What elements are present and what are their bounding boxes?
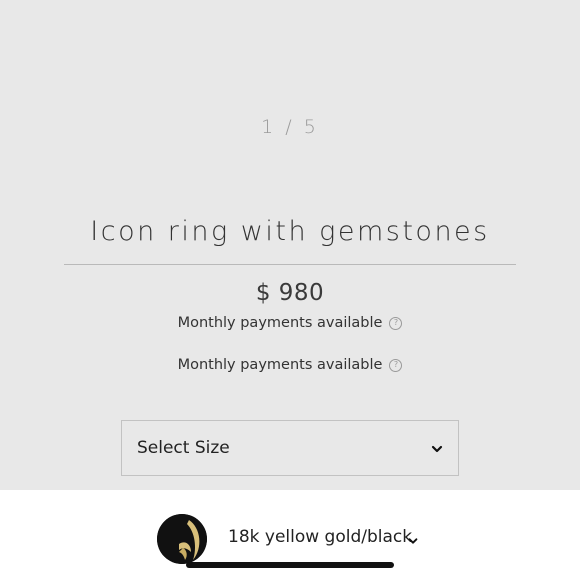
variant-label[interactable]: 18k yellow gold/black: [228, 527, 412, 547]
variant-bar: 18k yellow gold/black: [0, 490, 580, 580]
monthly-payments-info: Monthly payments available ?: [0, 357, 580, 373]
help-icon[interactable]: ?: [389, 358, 403, 372]
product-detail: 1 / 5 Icon ring with gemstones $ 980 Mon…: [0, 0, 580, 490]
size-select[interactable]: Select Size: [121, 420, 459, 476]
size-select-value: Select Size: [137, 438, 230, 458]
chevron-down-icon[interactable]: [407, 532, 419, 551]
monthly-payments-label: Monthly payments available: [177, 357, 383, 373]
variant-swatch[interactable]: [157, 514, 207, 564]
image-pager: 1 / 5: [261, 116, 319, 138]
monthly-payments-label: Monthly payments available: [177, 315, 383, 331]
help-icon[interactable]: ?: [389, 316, 403, 330]
product-price: $ 980: [255, 280, 325, 306]
home-indicator: [186, 562, 394, 568]
title-divider: [64, 264, 516, 265]
monthly-payments-info: Monthly payments available ?: [0, 315, 580, 331]
product-title: Icon ring with gemstones: [90, 216, 490, 247]
chevron-down-icon: [430, 441, 444, 455]
